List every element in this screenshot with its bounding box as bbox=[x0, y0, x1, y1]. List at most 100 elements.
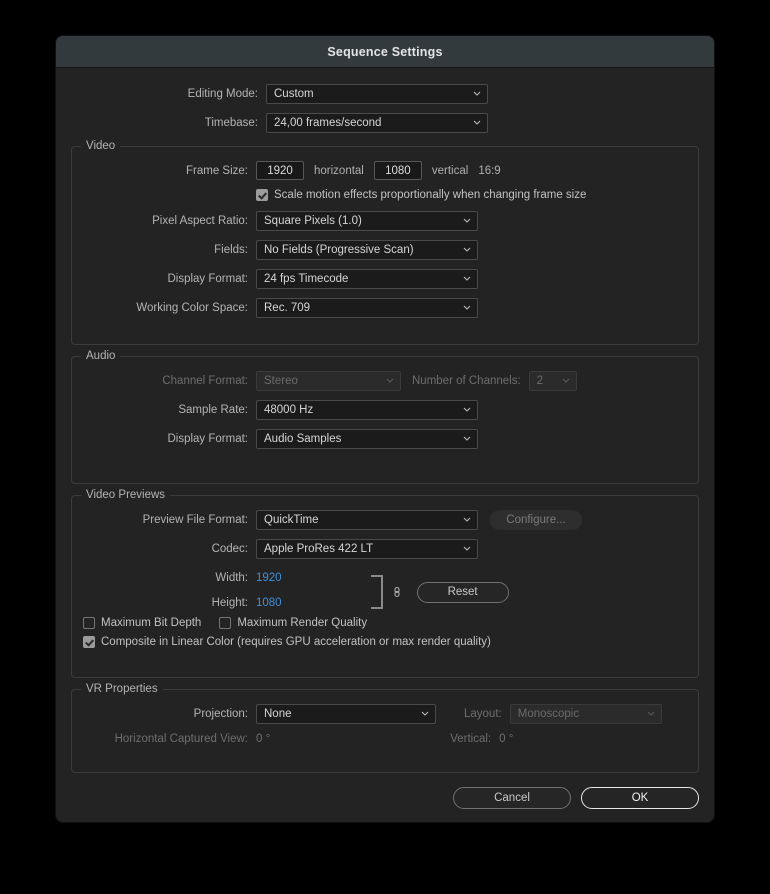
projection-layout-row: Projection: None Layout: Monoscopic bbox=[82, 704, 688, 724]
scale-motion-row: Scale motion effects proportionally when… bbox=[82, 189, 688, 201]
fields-select[interactable]: No Fields (Progressive Scan) bbox=[256, 240, 478, 260]
top-settings-section: Editing Mode: Custom Timebase: 24,00 fra… bbox=[71, 82, 699, 146]
preview-file-format-value: QuickTime bbox=[264, 514, 319, 526]
number-of-channels-select: 2 bbox=[528, 371, 577, 391]
chevron-down-icon bbox=[463, 276, 471, 281]
audio-display-format-select[interactable]: Audio Samples bbox=[256, 429, 478, 449]
width-value[interactable]: 1920 bbox=[256, 572, 282, 584]
audio-display-format-label: Display Format: bbox=[167, 433, 248, 445]
working-color-space-label: Working Color Space: bbox=[136, 302, 248, 314]
horizontal-label: horizontal bbox=[314, 164, 364, 177]
chevron-down-icon bbox=[473, 120, 481, 125]
quality-checkbox-row: Maximum Bit Depth Maximum Render Quality bbox=[82, 617, 688, 629]
editing-mode-value: Custom bbox=[274, 88, 314, 100]
chevron-down-icon bbox=[386, 378, 394, 383]
maximum-bit-depth-checkbox[interactable]: Maximum Bit Depth bbox=[83, 617, 201, 629]
channel-format-value: Stereo bbox=[264, 375, 298, 387]
preview-file-format-select[interactable]: QuickTime bbox=[256, 510, 478, 530]
reset-button[interactable]: Reset bbox=[416, 581, 509, 603]
height-value[interactable]: 1080 bbox=[256, 597, 282, 609]
composite-linear-row: Composite in Linear Color (requires GPU … bbox=[82, 636, 688, 648]
vertical-value: 0 ° bbox=[499, 733, 514, 745]
number-of-channels-label: Number of Channels: bbox=[412, 375, 521, 387]
maximum-bit-depth-label: Maximum Bit Depth bbox=[101, 617, 202, 629]
pixel-aspect-select[interactable]: Square Pixels (1.0) bbox=[256, 211, 478, 231]
number-of-channels-value: 2 bbox=[536, 375, 544, 387]
scale-motion-label: Scale motion effects proportionally when… bbox=[274, 189, 587, 201]
frame-width-input[interactable]: 1920 bbox=[256, 161, 304, 180]
audio-group-legend: Audio bbox=[81, 350, 121, 362]
pixel-aspect-label: Pixel Aspect Ratio: bbox=[152, 215, 248, 227]
video-group-legend: Video bbox=[81, 140, 121, 152]
sample-rate-row: Sample Rate: 48000 Hz bbox=[82, 400, 688, 420]
video-display-format-value: 24 fps Timecode bbox=[264, 273, 349, 285]
width-height-row: Width: 1920 Height: 1080 Reset bbox=[82, 568, 688, 609]
dialog-body: Editing Mode: Custom Timebase: 24,00 fra… bbox=[56, 68, 714, 822]
chevron-down-icon bbox=[473, 91, 481, 96]
scale-motion-checkbox[interactable]: Scale motion effects proportionally when… bbox=[256, 189, 586, 201]
vr-properties-group: VR Properties Projection: None Layout: M… bbox=[71, 683, 699, 773]
chevron-down-icon bbox=[562, 378, 570, 383]
timebase-value: 24,00 frames/second bbox=[274, 117, 382, 129]
captured-view-row: Horizontal Captured View: 0 ° Vertical: … bbox=[82, 733, 688, 745]
projection-select[interactable]: None bbox=[256, 704, 436, 724]
composite-linear-color-checkbox[interactable]: Composite in Linear Color (requires GPU … bbox=[83, 636, 491, 648]
horizontal-captured-view-value: 0 ° bbox=[256, 733, 271, 745]
vertical-label: Vertical: bbox=[450, 733, 492, 745]
chevron-down-icon bbox=[463, 218, 471, 223]
video-display-format-select[interactable]: 24 fps Timecode bbox=[256, 269, 478, 289]
sample-rate-label: Sample Rate: bbox=[178, 404, 248, 416]
checkbox-box bbox=[219, 617, 232, 629]
frame-height-input[interactable]: 1080 bbox=[373, 161, 422, 180]
chevron-down-icon bbox=[463, 436, 471, 441]
video-previews-group-legend: Video Previews bbox=[81, 489, 171, 501]
dialog-title: Sequence Settings bbox=[327, 44, 443, 59]
dialog-titlebar: Sequence Settings bbox=[56, 36, 714, 68]
audio-group: Audio Channel Format: Stereo Number of C… bbox=[71, 350, 699, 484]
chevron-down-icon bbox=[421, 711, 429, 716]
timebase-label: Timebase: bbox=[204, 117, 258, 129]
chevron-down-icon bbox=[463, 247, 471, 252]
video-display-format-label: Display Format: bbox=[167, 273, 248, 285]
audio-display-format-value: Audio Samples bbox=[264, 433, 342, 445]
working-color-space-select[interactable]: Rec. 709 bbox=[256, 298, 478, 318]
height-label: Height: bbox=[211, 597, 248, 609]
maximum-render-quality-checkbox[interactable]: Maximum Render Quality bbox=[219, 617, 367, 629]
editing-mode-select[interactable]: Custom bbox=[266, 84, 488, 104]
dialog-footer: Cancel OK bbox=[71, 787, 699, 809]
width-label: Width: bbox=[215, 572, 248, 584]
editing-mode-label: Editing Mode: bbox=[187, 88, 258, 100]
ok-button[interactable]: OK bbox=[581, 787, 699, 809]
codec-row: Codec: Apple ProRes 422 LT bbox=[82, 539, 688, 559]
layout-label: Layout: bbox=[464, 708, 502, 720]
aspect-ratio-text: 16:9 bbox=[478, 164, 501, 177]
vertical-label: vertical bbox=[431, 164, 469, 177]
preview-file-format-label: Preview File Format: bbox=[142, 514, 248, 526]
codec-select[interactable]: Apple ProRes 422 LT bbox=[256, 539, 478, 559]
audio-display-format-row: Display Format: Audio Samples bbox=[82, 429, 688, 449]
fields-value: No Fields (Progressive Scan) bbox=[264, 244, 414, 256]
frame-size-row: Frame Size: 1920 horizontal 1080 vertica… bbox=[82, 161, 688, 180]
cancel-button[interactable]: Cancel bbox=[453, 787, 571, 809]
horizontal-captured-view-label: Horizontal Captured View: bbox=[114, 733, 248, 745]
codec-label: Codec: bbox=[211, 543, 248, 555]
preview-file-format-row: Preview File Format: QuickTime Configure… bbox=[82, 510, 688, 530]
timebase-select[interactable]: 24,00 frames/second bbox=[266, 113, 488, 133]
checkbox-box bbox=[83, 617, 95, 629]
pixel-aspect-row: Pixel Aspect Ratio: Square Pixels (1.0) bbox=[82, 211, 688, 231]
projection-value: None bbox=[264, 708, 292, 720]
working-color-space-value: Rec. 709 bbox=[264, 302, 311, 314]
configure-button: Configure... bbox=[490, 510, 582, 530]
timebase-row: Timebase: 24,00 frames/second bbox=[71, 113, 699, 133]
link-chain-icon[interactable] bbox=[392, 585, 402, 599]
sample-rate-select[interactable]: 48000 Hz bbox=[256, 400, 478, 420]
projection-label: Projection: bbox=[193, 708, 248, 720]
chevron-down-icon bbox=[463, 305, 471, 310]
frame-height-value: 1080 bbox=[385, 164, 411, 177]
checkbox-box bbox=[256, 189, 268, 201]
link-bracket-icon bbox=[370, 575, 383, 609]
channel-format-row: Channel Format: Stereo Number of Channel… bbox=[82, 371, 688, 391]
frame-size-label: Frame Size: bbox=[186, 164, 248, 177]
sequence-settings-dialog: Sequence Settings Editing Mode: Custom T… bbox=[56, 36, 714, 822]
chevron-down-icon bbox=[647, 711, 655, 716]
